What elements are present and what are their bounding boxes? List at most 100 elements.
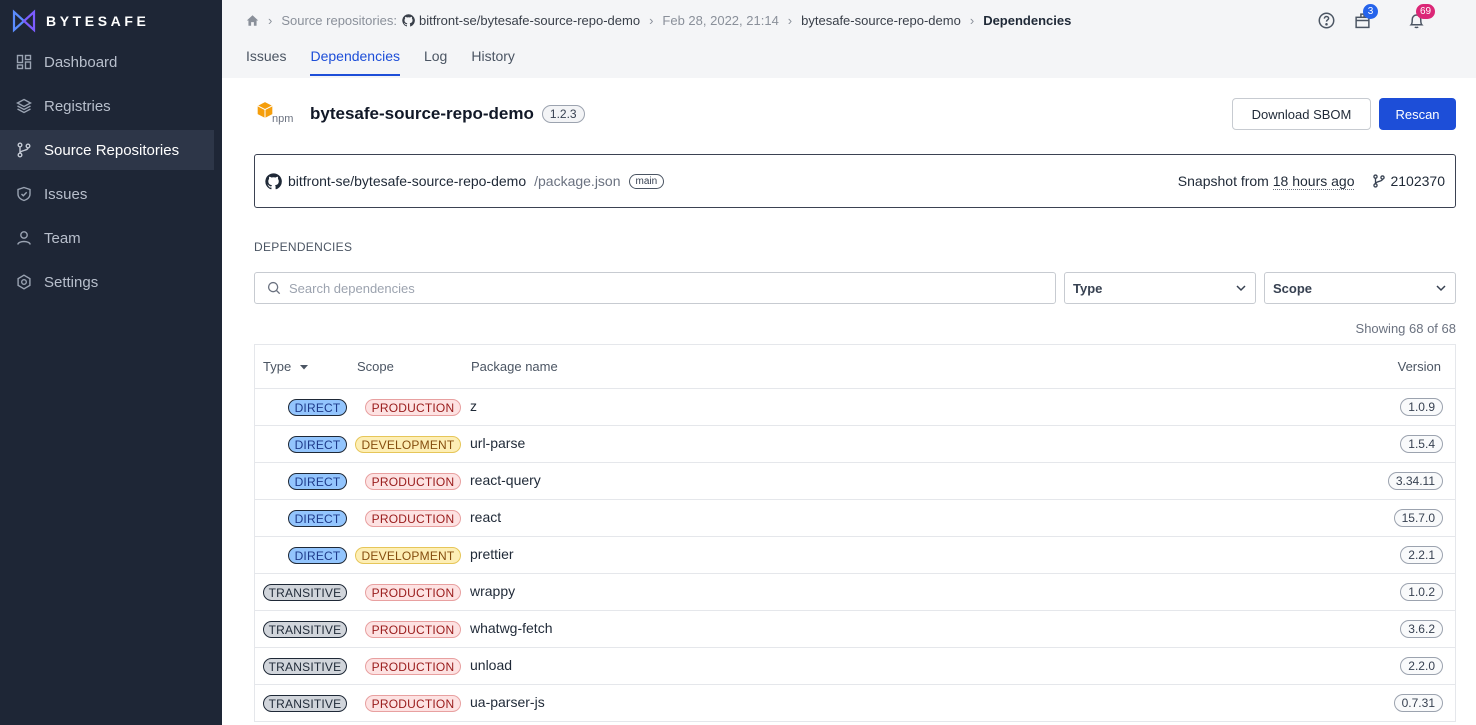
type-filter-label: Type [1073, 281, 1102, 296]
scope-badge: PRODUCTION [365, 584, 461, 601]
breadcrumb-source-repositories[interactable]: Source repositories: [281, 13, 397, 28]
version-badge: 3.34.11 [1388, 472, 1443, 490]
scope-filter-select[interactable]: Scope [1264, 272, 1456, 304]
package-name-link[interactable]: prettier [470, 546, 514, 562]
sidebar-item-label: Issues [44, 186, 87, 203]
type-badge: DIRECT [288, 510, 347, 527]
table-row[interactable]: DIRECTPRODUCTIONreact-query3.34.11 [255, 463, 1455, 500]
sidebar-item-registries[interactable]: Registries [0, 86, 214, 126]
help-icon[interactable] [1316, 10, 1336, 30]
sidebar-item-label: Source Repositories [44, 142, 179, 159]
column-header-label: Type [263, 359, 291, 374]
package-name-link[interactable]: ua-parser-js [470, 694, 545, 710]
package-name-link[interactable]: z [470, 398, 477, 414]
version-badge: 1.0.2 [1400, 583, 1443, 601]
gear-icon [16, 274, 32, 290]
column-header-version[interactable]: Version [1398, 359, 1441, 374]
search-input[interactable] [289, 281, 1049, 296]
type-badge: DIRECT [288, 547, 347, 564]
type-badge: TRANSITIVE [263, 621, 347, 638]
user-icon [16, 230, 32, 246]
sidebar-item-dashboard[interactable]: Dashboard [0, 42, 214, 82]
repo-link[interactable]: bitfront-se/bytesafe-source-repo-demo [288, 173, 526, 189]
package-header: npm bytesafe-source-repo-demo 1.2.3 [254, 100, 585, 128]
scope-badge: PRODUCTION [365, 658, 461, 675]
tab-log[interactable]: Log [424, 48, 447, 76]
bell-icon[interactable]: 69 [1406, 10, 1426, 30]
table-row[interactable]: DIRECTDEVELOPMENTprettier2.2.1 [255, 537, 1455, 574]
table-row[interactable]: TRANSITIVEPRODUCTIONwrappy1.0.2 [255, 574, 1455, 611]
dependencies-table: Type Scope Package name Version DIRECT PR… [254, 344, 1456, 722]
breadcrumb: › Source repositories: bitfront-se/bytes… [246, 11, 1071, 29]
breadcrumb-date[interactable]: Feb 28, 2022, 21:14 [662, 13, 778, 28]
packages-badge: 3 [1363, 4, 1378, 19]
scope-badge: DEVELOPMENT [355, 547, 461, 564]
scope-badge: PRODUCTION [365, 621, 461, 638]
chevron-right-icon: › [788, 13, 792, 28]
scope-badge: DEVELOPMENT [355, 436, 461, 453]
app-logo[interactable]: BYTESAFE [12, 8, 149, 34]
github-icon [265, 173, 282, 190]
rescan-button[interactable]: Rescan [1379, 98, 1456, 130]
type-badge: DIRECT [288, 399, 347, 416]
commit-link[interactable]: 2102370 [1372, 173, 1445, 189]
table-row[interactable]: TRANSITIVEPRODUCTIONua-parser-js0.7.31 [255, 685, 1455, 722]
repo-file-path[interactable]: /package.json [534, 173, 620, 189]
package-name-link[interactable]: wrappy [470, 583, 515, 599]
table-header: Type Scope Package name Version [255, 345, 1455, 389]
table-row[interactable]: TRANSITIVEPRODUCTIONwhatwg-fetch3.6.2 [255, 611, 1455, 648]
package-name-link[interactable]: url-parse [470, 435, 525, 451]
type-badge: TRANSITIVE [263, 695, 347, 712]
package-name-link[interactable]: unload [470, 657, 512, 673]
download-sbom-button[interactable]: Download SBOM [1232, 98, 1371, 130]
column-header-package[interactable]: Package name [471, 359, 558, 374]
sidebar-item-source-repositories[interactable]: Source Repositories [0, 130, 214, 170]
tab-issues[interactable]: Issues [246, 48, 286, 76]
scope-badge: PRODUCTION [365, 473, 461, 490]
chevron-right-icon: › [970, 13, 974, 28]
layers-icon [16, 98, 32, 114]
table-row[interactable]: DIRECT PRODUCTION react 15.7.0 [255, 500, 1455, 537]
version-badge: 1.5.4 [1400, 435, 1443, 453]
github-icon [402, 14, 415, 27]
column-header-scope[interactable]: Scope [357, 359, 394, 374]
tab-dependencies[interactable]: Dependencies [310, 48, 400, 76]
breadcrumb-repo[interactable]: bitfront-se/bytesafe-source-repo-demo [419, 13, 640, 28]
search-icon [267, 281, 281, 295]
tab-history[interactable]: History [471, 48, 515, 76]
type-filter-select[interactable]: Type [1064, 272, 1256, 304]
git-commit-icon [1372, 174, 1386, 188]
shield-icon [16, 186, 32, 202]
scope-badge: PRODUCTION [365, 399, 461, 416]
sidebar-item-label: Team [44, 230, 81, 247]
sidebar-item-label: Registries [44, 98, 111, 115]
dashboard-icon [16, 54, 32, 70]
chevron-right-icon: › [268, 13, 272, 28]
table-row[interactable]: DIRECT DEVELOPMENT url-parse 1.5.4 [255, 426, 1455, 463]
package-name-link[interactable]: react [470, 509, 501, 525]
version-badge: 15.7.0 [1394, 509, 1443, 527]
breadcrumb-project[interactable]: bytesafe-source-repo-demo [801, 13, 961, 28]
main-content: npm bytesafe-source-repo-demo 1.2.3 Down… [222, 78, 1476, 725]
chevron-down-icon [1435, 282, 1447, 294]
scope-badge: PRODUCTION [365, 510, 461, 527]
home-icon[interactable] [246, 14, 259, 27]
package-name-link[interactable]: react-query [470, 472, 541, 488]
bytesafe-logo-icon [12, 9, 36, 33]
table-row[interactable]: DIRECT PRODUCTION z 1.0.9 [255, 389, 1455, 426]
version-badge: 1.0.9 [1400, 398, 1443, 416]
chevron-right-icon: › [649, 13, 653, 28]
package-name-link[interactable]: whatwg-fetch [470, 620, 552, 636]
package-version-badge: 1.2.3 [542, 105, 585, 123]
sidebar-item-team[interactable]: Team [0, 218, 214, 258]
top-header: › Source repositories: bitfront-se/bytes… [222, 0, 1476, 78]
type-badge: DIRECT [288, 436, 347, 453]
repo-info-panel: bitfront-se/bytesafe-source-repo-demo /p… [254, 154, 1456, 208]
table-row[interactable]: TRANSITIVEPRODUCTIONunload2.2.0 [255, 648, 1455, 685]
breadcrumb-current: Dependencies [983, 13, 1071, 28]
type-badge: TRANSITIVE [263, 658, 347, 675]
column-header-type[interactable]: Type [263, 359, 309, 374]
packages-icon[interactable]: 3 [1352, 10, 1372, 30]
sidebar-item-issues[interactable]: Issues [0, 174, 214, 214]
sidebar-item-settings[interactable]: Settings [0, 262, 214, 302]
